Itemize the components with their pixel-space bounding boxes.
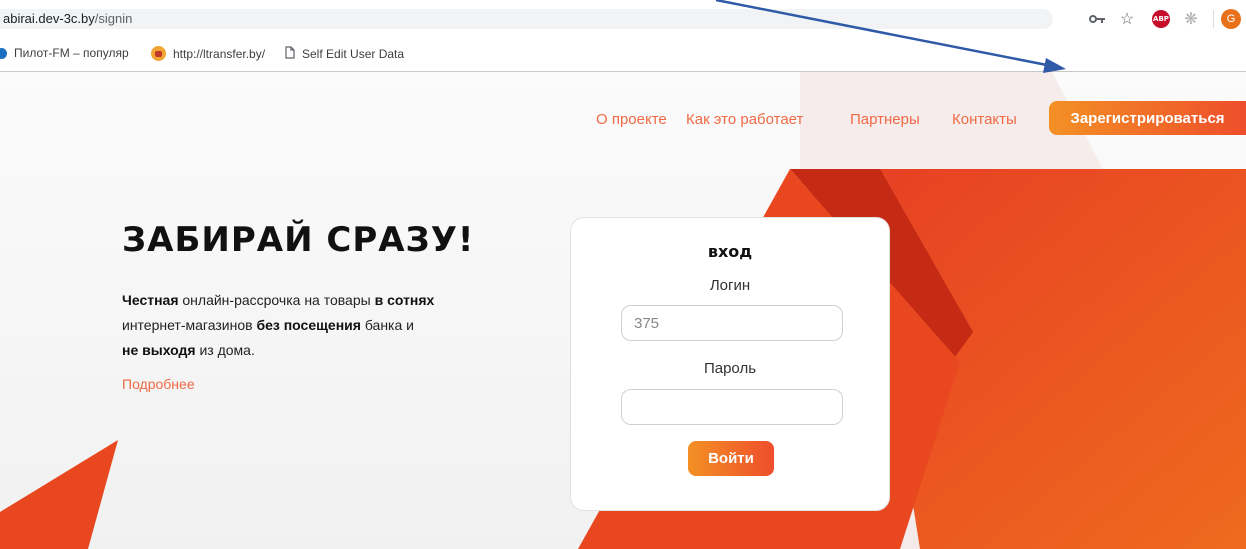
login-input[interactable] bbox=[621, 305, 843, 341]
hero-text-bold: в сотнях bbox=[374, 292, 435, 308]
url-field[interactable]: abirai.dev-3c.by/signin bbox=[0, 9, 1053, 29]
hero-description: Честная онлайн-рассрочка на товары в сот… bbox=[122, 288, 482, 363]
bookmark-label: http://ltransfer.by/ bbox=[173, 46, 266, 61]
url-host: abirai.dev-3c.by bbox=[3, 11, 95, 26]
password-label: Пароль bbox=[703, 360, 757, 377]
orange-shape-bottom-left bbox=[0, 440, 118, 549]
register-button[interactable]: Зарегистрироваться bbox=[1049, 101, 1246, 135]
hero-text-bold: не выходя bbox=[122, 342, 196, 358]
login-submit-button[interactable]: Войти bbox=[688, 441, 774, 476]
bookmark-self-edit[interactable]: Self Edit User Data bbox=[285, 46, 404, 62]
more-info-link[interactable]: Подробнее bbox=[122, 376, 195, 392]
nav-how-it-works[interactable]: Как это работает bbox=[686, 111, 803, 128]
browser-toolbar-icons: ☆ ABP ❋ G bbox=[1046, 8, 1246, 30]
login-label: Логин bbox=[709, 277, 751, 294]
extension-paw-icon[interactable]: ❋ bbox=[1180, 8, 1202, 30]
radio-icon bbox=[0, 47, 7, 59]
bookmarks-bar: Пилот-FM – популяр http://ltransfer.by/ … bbox=[0, 36, 1246, 72]
bookmark-label: Пилот-FM – популяр bbox=[14, 46, 129, 60]
url-path: /signin bbox=[94, 11, 133, 26]
toolbar-separator bbox=[1210, 8, 1216, 30]
signin-page: О проекте Как это работает Партнеры Конт… bbox=[0, 72, 1246, 549]
key-icon[interactable] bbox=[1086, 8, 1108, 30]
star-bookmark-icon[interactable]: ☆ bbox=[1116, 8, 1138, 30]
login-title: вход bbox=[707, 242, 753, 261]
site-favicon bbox=[151, 46, 166, 61]
password-input[interactable] bbox=[621, 389, 843, 425]
login-card: вход Логин Пароль Войти bbox=[570, 217, 890, 511]
page-icon bbox=[285, 46, 295, 62]
bookmark-pilot-fm[interactable]: Пилот-FM – популяр bbox=[0, 46, 129, 60]
profile-avatar[interactable]: G bbox=[1220, 8, 1242, 30]
hero-text-segment: интернет-магазинов bbox=[122, 317, 257, 333]
hero-text-segment: банка и bbox=[360, 317, 414, 333]
hero-text-bold: Честная bbox=[122, 292, 179, 308]
bookmark-ltransfer[interactable]: http://ltransfer.by/ bbox=[151, 46, 265, 61]
adblock-icon[interactable]: ABP bbox=[1150, 8, 1172, 30]
nav-about[interactable]: О проекте bbox=[596, 111, 667, 128]
hero-text-segment: онлайн-рассрочка на товары bbox=[178, 292, 375, 308]
nav-contacts[interactable]: Контакты bbox=[952, 111, 1017, 128]
hero-text-bold: без посещения bbox=[256, 317, 361, 333]
nav-partners[interactable]: Партнеры bbox=[850, 111, 920, 128]
hero-text-segment: из дома. bbox=[195, 342, 255, 358]
bookmark-label: Self Edit User Data bbox=[302, 47, 405, 61]
hero-title: ЗАБИРАЙ СРАЗУ! bbox=[122, 220, 475, 260]
browser-address-bar: abirai.dev-3c.by/signin ☆ ABP ❋ G bbox=[0, 0, 1246, 36]
